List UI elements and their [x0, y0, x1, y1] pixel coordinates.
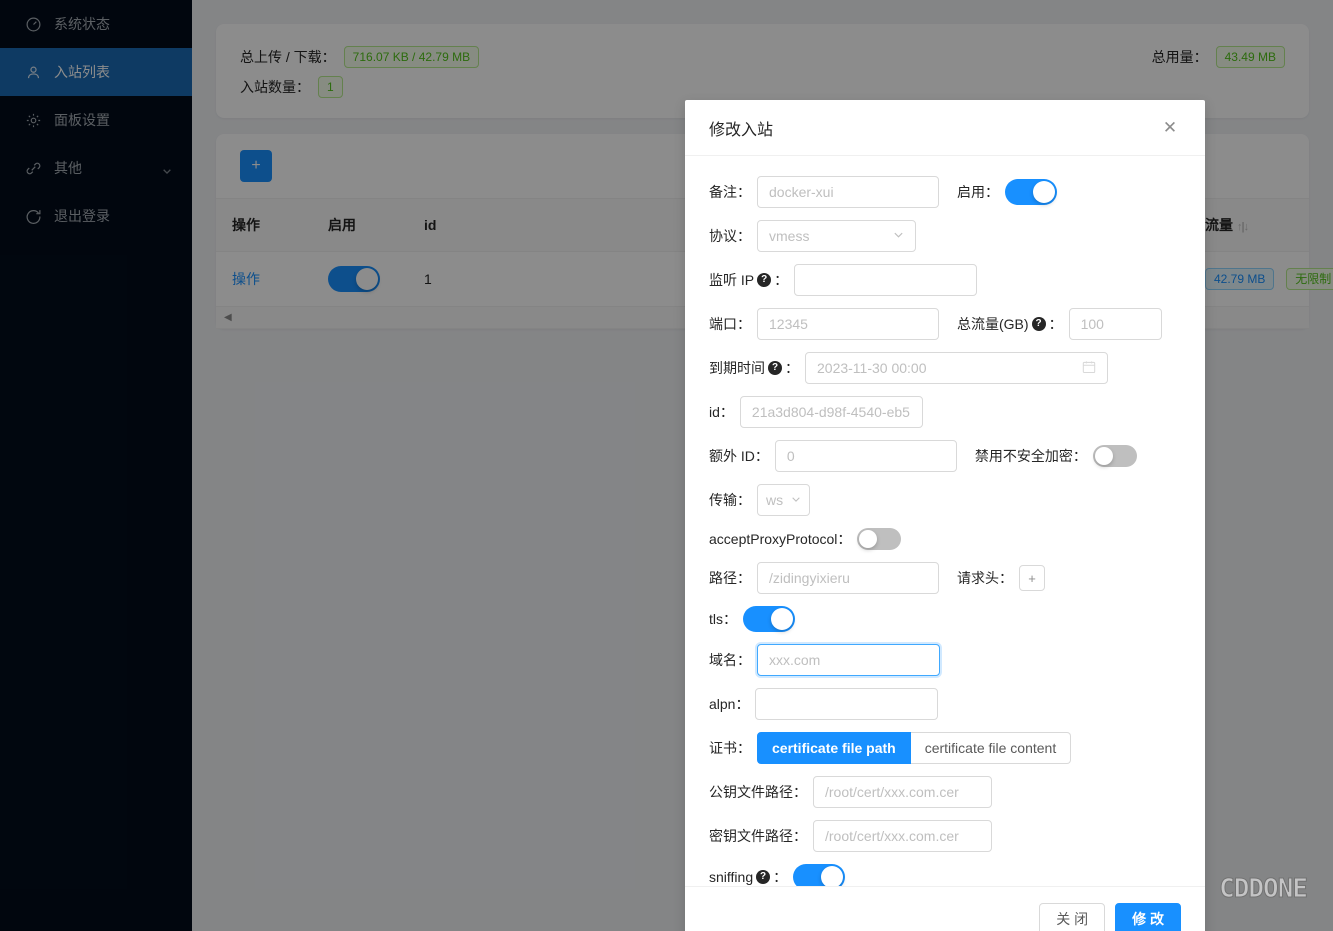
row-path: 路径： /zidingyixieru 请求头： +	[709, 562, 1181, 594]
transport-select[interactable]: ws	[757, 484, 810, 516]
disable-insecure-switch[interactable]	[1092, 445, 1137, 467]
chevron-down-icon	[787, 494, 801, 507]
headers-label: 请求头：	[957, 570, 1013, 586]
app-root: 系统状态 入站列表 面板设置 其他 退出登录 总上传 / 下载： 716.07 …	[0, 0, 1333, 931]
row-listen-ip: 监听 IP ?：	[709, 264, 1181, 296]
switch-knob	[821, 866, 844, 886]
watermark: CDDONE	[1219, 874, 1309, 905]
port-input[interactable]: 12345	[757, 308, 939, 340]
cert-option-file-path[interactable]: certificate file path	[757, 732, 911, 764]
help-icon[interactable]: ?	[757, 273, 772, 287]
switch-knob	[1033, 181, 1055, 203]
protocol-select[interactable]: vmess	[757, 220, 916, 252]
tls-label: tls：	[709, 611, 737, 627]
row-id: id： 21a3d804-d98f-4540-eb5	[709, 396, 1181, 428]
remark-label: 备注：	[709, 184, 751, 200]
port-label: 端口：	[709, 316, 751, 332]
alpn-label: alpn：	[709, 696, 750, 712]
modal-body: 备注： docker-xui 启用： 协议： vmess 监听 IP ? ： 端…	[685, 156, 1205, 886]
listen-ip-label: 监听 IP ?：	[709, 272, 789, 288]
accept-proxy-switch[interactable]	[857, 528, 902, 550]
sniffing-label: sniffing ?：	[709, 869, 788, 885]
row-protocol: 协议： vmess	[709, 220, 1181, 252]
id-label: id：	[709, 404, 734, 420]
transport-label: 传输：	[709, 492, 751, 508]
row-transport: 传输： ws	[709, 484, 1181, 516]
enable-switch[interactable]	[1005, 179, 1057, 205]
switch-knob	[1094, 447, 1113, 465]
accept-proxy-label: acceptProxyProtocol：	[709, 531, 852, 547]
domain-input[interactable]: xxx.com	[757, 644, 940, 676]
sniffing-text: sniffing	[709, 869, 754, 885]
tls-switch[interactable]	[743, 606, 795, 632]
modal-footer: 关 闭 修 改	[685, 886, 1205, 931]
id-input[interactable]: 21a3d804-d98f-4540-eb5	[739, 396, 923, 428]
modal-title: 修改入站	[709, 121, 774, 139]
row-certificate: 证书： certificate file path certificate fi…	[709, 732, 1181, 764]
transport-value: ws	[766, 492, 784, 508]
chevron-down-icon	[883, 229, 904, 243]
sniffing-switch[interactable]	[793, 864, 846, 886]
help-icon[interactable]: ?	[1031, 317, 1046, 331]
row-private-key-path: 密钥文件路径： /root/cert/xxx.com.cer	[709, 820, 1181, 852]
modal-header: 修改入站 ✕	[685, 100, 1205, 156]
total-traffic-input[interactable]: 100	[1068, 308, 1162, 340]
row-public-key-path: 公钥文件路径： /root/cert/xxx.com.cer	[709, 776, 1181, 808]
privkey-label: 密钥文件路径：	[709, 828, 807, 844]
alpn-input[interactable]	[755, 688, 939, 720]
protocol-value: vmess	[769, 228, 810, 244]
pubkey-label: 公钥文件路径：	[709, 784, 807, 800]
domain-label: 域名：	[709, 652, 751, 668]
listen-ip-text: 监听 IP	[709, 272, 755, 288]
alter-id-input[interactable]: 0	[774, 440, 957, 472]
expiry-datepicker[interactable]: 2023-11-30 00:00	[805, 352, 1108, 384]
row-remark: 备注： docker-xui 启用：	[709, 176, 1181, 208]
total-traffic-label: 总流量(GB) ?：	[957, 316, 1063, 332]
total-traffic-text: 总流量(GB)	[957, 316, 1029, 332]
path-input[interactable]: /zidingyixieru	[757, 562, 939, 594]
remark-input[interactable]: docker-xui	[757, 176, 939, 208]
pubkey-input[interactable]: /root/cert/xxx.com.cer	[813, 776, 992, 808]
row-tls: tls：	[709, 606, 1181, 632]
path-label: 路径：	[709, 570, 751, 586]
submit-button[interactable]: 修 改	[1115, 902, 1181, 931]
protocol-label: 协议：	[709, 228, 751, 244]
add-header-button[interactable]: +	[1019, 565, 1045, 591]
cert-option-file-content[interactable]: certificate file content	[910, 732, 1072, 764]
enable-label: 启用：	[957, 184, 999, 200]
cert-type-segmented: certificate file path certificate file c…	[757, 732, 1072, 764]
row-port: 端口： 12345 总流量(GB) ?： 100	[709, 308, 1181, 340]
close-icon[interactable]: ✕	[1159, 117, 1181, 139]
row-sniffing: sniffing ?：	[709, 864, 1181, 886]
switch-knob	[859, 530, 878, 548]
help-icon[interactable]: ?	[756, 870, 771, 884]
row-alter-id: 额外 ID： 0 禁用不安全加密：	[709, 440, 1181, 472]
row-expiry: 到期时间 ?： 2023-11-30 00:00	[709, 352, 1181, 384]
expiry-text: 到期时间	[709, 360, 765, 376]
row-domain: 域名： xxx.com	[709, 644, 1181, 676]
help-icon[interactable]: ?	[768, 361, 782, 375]
cert-label: 证书：	[709, 740, 751, 756]
cancel-button[interactable]: 关 闭	[1039, 902, 1106, 931]
expiry-value: 2023-11-30 00:00	[817, 360, 927, 376]
disable-insecure-label: 禁用不安全加密：	[974, 448, 1087, 464]
row-alpn: alpn：	[709, 688, 1181, 720]
alter-id-label: 额外 ID：	[709, 448, 769, 464]
switch-knob	[771, 608, 793, 630]
listen-ip-input[interactable]	[794, 264, 978, 296]
privkey-input[interactable]: /root/cert/xxx.com.cer	[813, 820, 992, 852]
calendar-icon	[1082, 360, 1096, 377]
row-accept-proxy-protocol: acceptProxyProtocol：	[709, 528, 1181, 550]
edit-inbound-modal: 修改入站 ✕ 备注： docker-xui 启用： 协议： vmess 监听 I…	[685, 100, 1205, 931]
expiry-label: 到期时间 ?：	[709, 360, 799, 376]
